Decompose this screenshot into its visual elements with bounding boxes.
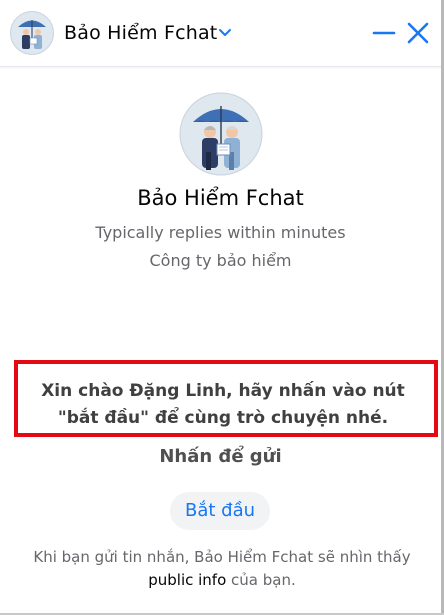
profile-avatar [179,92,263,176]
chat-window: Bảo Hiểm Fchat Bảo Hiểm Fchat Typically … [0,0,444,615]
minimize-icon[interactable] [372,21,396,45]
public-info-link[interactable]: public info [148,571,226,589]
start-button[interactable]: Bắt đầu [170,492,270,530]
send-hint: Nhấn để gửi [159,446,282,467]
header-title[interactable]: Bảo Hiểm Fchat [64,22,217,44]
profile-name: Bảo Hiểm Fchat [137,186,304,210]
chat-header: Bảo Hiểm Fchat [0,0,441,67]
page-category: Công ty bảo hiểm [149,251,292,270]
greeting-message: Xin chào Đặng Linh, hãy nhấn vào nút "bắ… [41,381,405,428]
disclaimer-prefix: Khi bạn gửi tin nhắn, Bảo Hiểm Fchat sẽ … [33,548,411,566]
page-avatar[interactable] [10,11,54,55]
privacy-disclaimer: Khi bạn gửi tin nhắn, Bảo Hiểm Fchat sẽ … [20,546,424,592]
reply-time-text: Typically replies within minutes [95,223,346,242]
close-icon[interactable] [406,21,430,45]
disclaimer-suffix: của bạn. [226,571,296,589]
chevron-down-icon[interactable] [217,25,233,41]
